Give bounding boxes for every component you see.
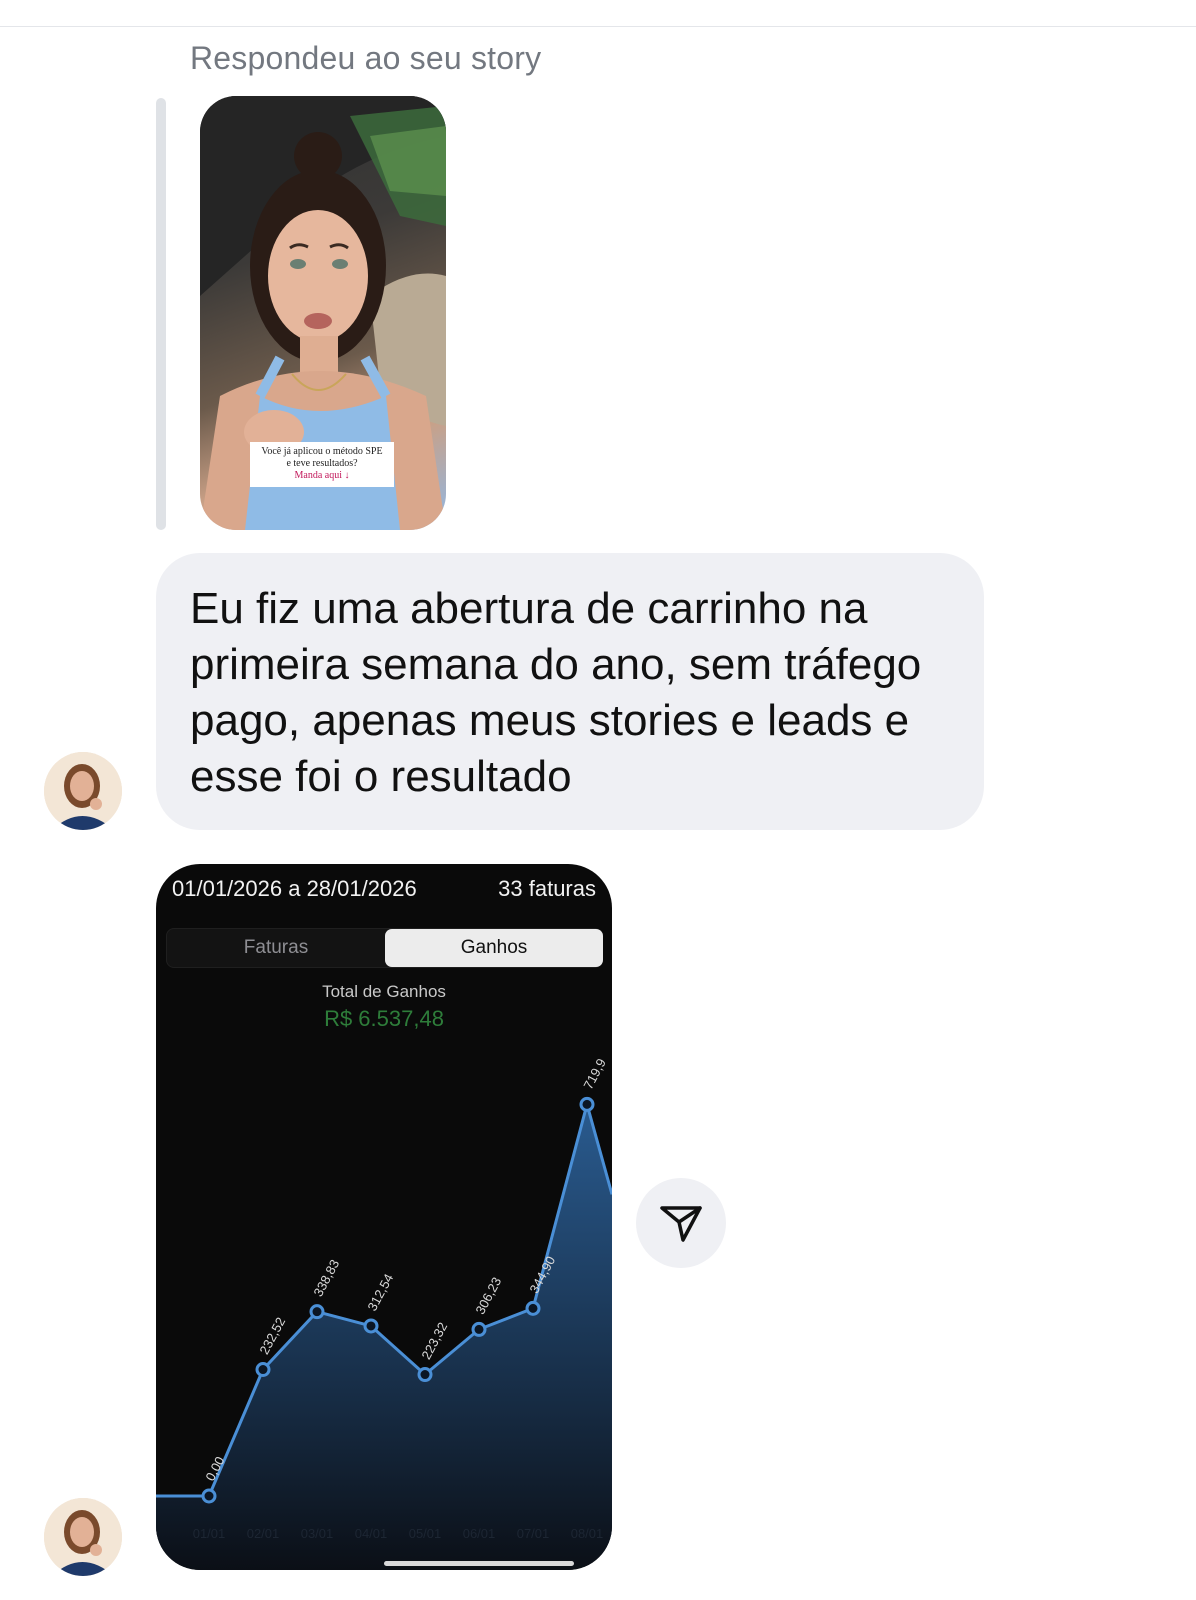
- avatar-photo: [44, 1498, 122, 1576]
- chart-point: [309, 1304, 325, 1320]
- chart-point: [417, 1367, 433, 1383]
- chart-x-tick: 02/01: [247, 1526, 280, 1541]
- chart-x-tick: 01/01: [193, 1526, 226, 1541]
- chart-data-label: 338,83: [310, 1257, 342, 1299]
- reply-caption: Respondeu ao seu story: [190, 40, 542, 76]
- chart-point: [471, 1321, 487, 1337]
- chart-x-tick: 08/01: [571, 1526, 604, 1541]
- chart-x-tick: 07/01: [517, 1526, 550, 1541]
- chart-data-label: 312,54: [364, 1271, 396, 1313]
- message-text: Eu fiz uma abertura de carrinho na prime…: [190, 584, 922, 801]
- share-button[interactable]: [636, 1178, 726, 1268]
- chart-data-label: 306,23: [472, 1275, 504, 1317]
- chart-data-label: 719,9: [580, 1056, 609, 1092]
- sticker-line-1: Você já aplicou o método SPE: [261, 446, 383, 457]
- chart-x-tick: 04/01: [355, 1526, 388, 1541]
- story-thumbnail[interactable]: Você já aplicou o método SPE e teve resu…: [200, 96, 446, 530]
- chart-point: [255, 1362, 271, 1378]
- avatar-photo: [44, 752, 122, 830]
- sender-avatar[interactable]: [44, 752, 122, 830]
- paper-plane-icon: [660, 1206, 702, 1242]
- sticker-line-2: e teve resultados?: [286, 458, 358, 469]
- top-divider: [0, 26, 1196, 27]
- chart-point: [579, 1096, 595, 1112]
- chart-point: [363, 1318, 379, 1334]
- chart-x-tick: 06/01: [463, 1526, 496, 1541]
- sender-avatar-2[interactable]: [44, 1498, 122, 1576]
- chart-point: [525, 1300, 541, 1316]
- chart-point: [201, 1488, 217, 1504]
- chart-x-tick: 03/01: [301, 1526, 334, 1541]
- earnings-chart: 0,00232,52338,83 312,54223,32306,23 344,90…: [156, 1056, 612, 1570]
- shared-screenshot[interactable]: 01/01/2026 a 28/01/2026 33 faturas Fatur…: [156, 864, 612, 1570]
- reply-quote-bar: [156, 98, 166, 530]
- message-bubble[interactable]: Eu fiz uma abertura de carrinho na prime…: [156, 553, 984, 830]
- story-question-sticker: Você já aplicou o método SPE e teve resu…: [250, 442, 394, 487]
- sticker-cta: Manda aqui ↓: [294, 470, 350, 481]
- home-indicator: [384, 1561, 574, 1566]
- chart-x-tick: 05/01: [409, 1526, 442, 1541]
